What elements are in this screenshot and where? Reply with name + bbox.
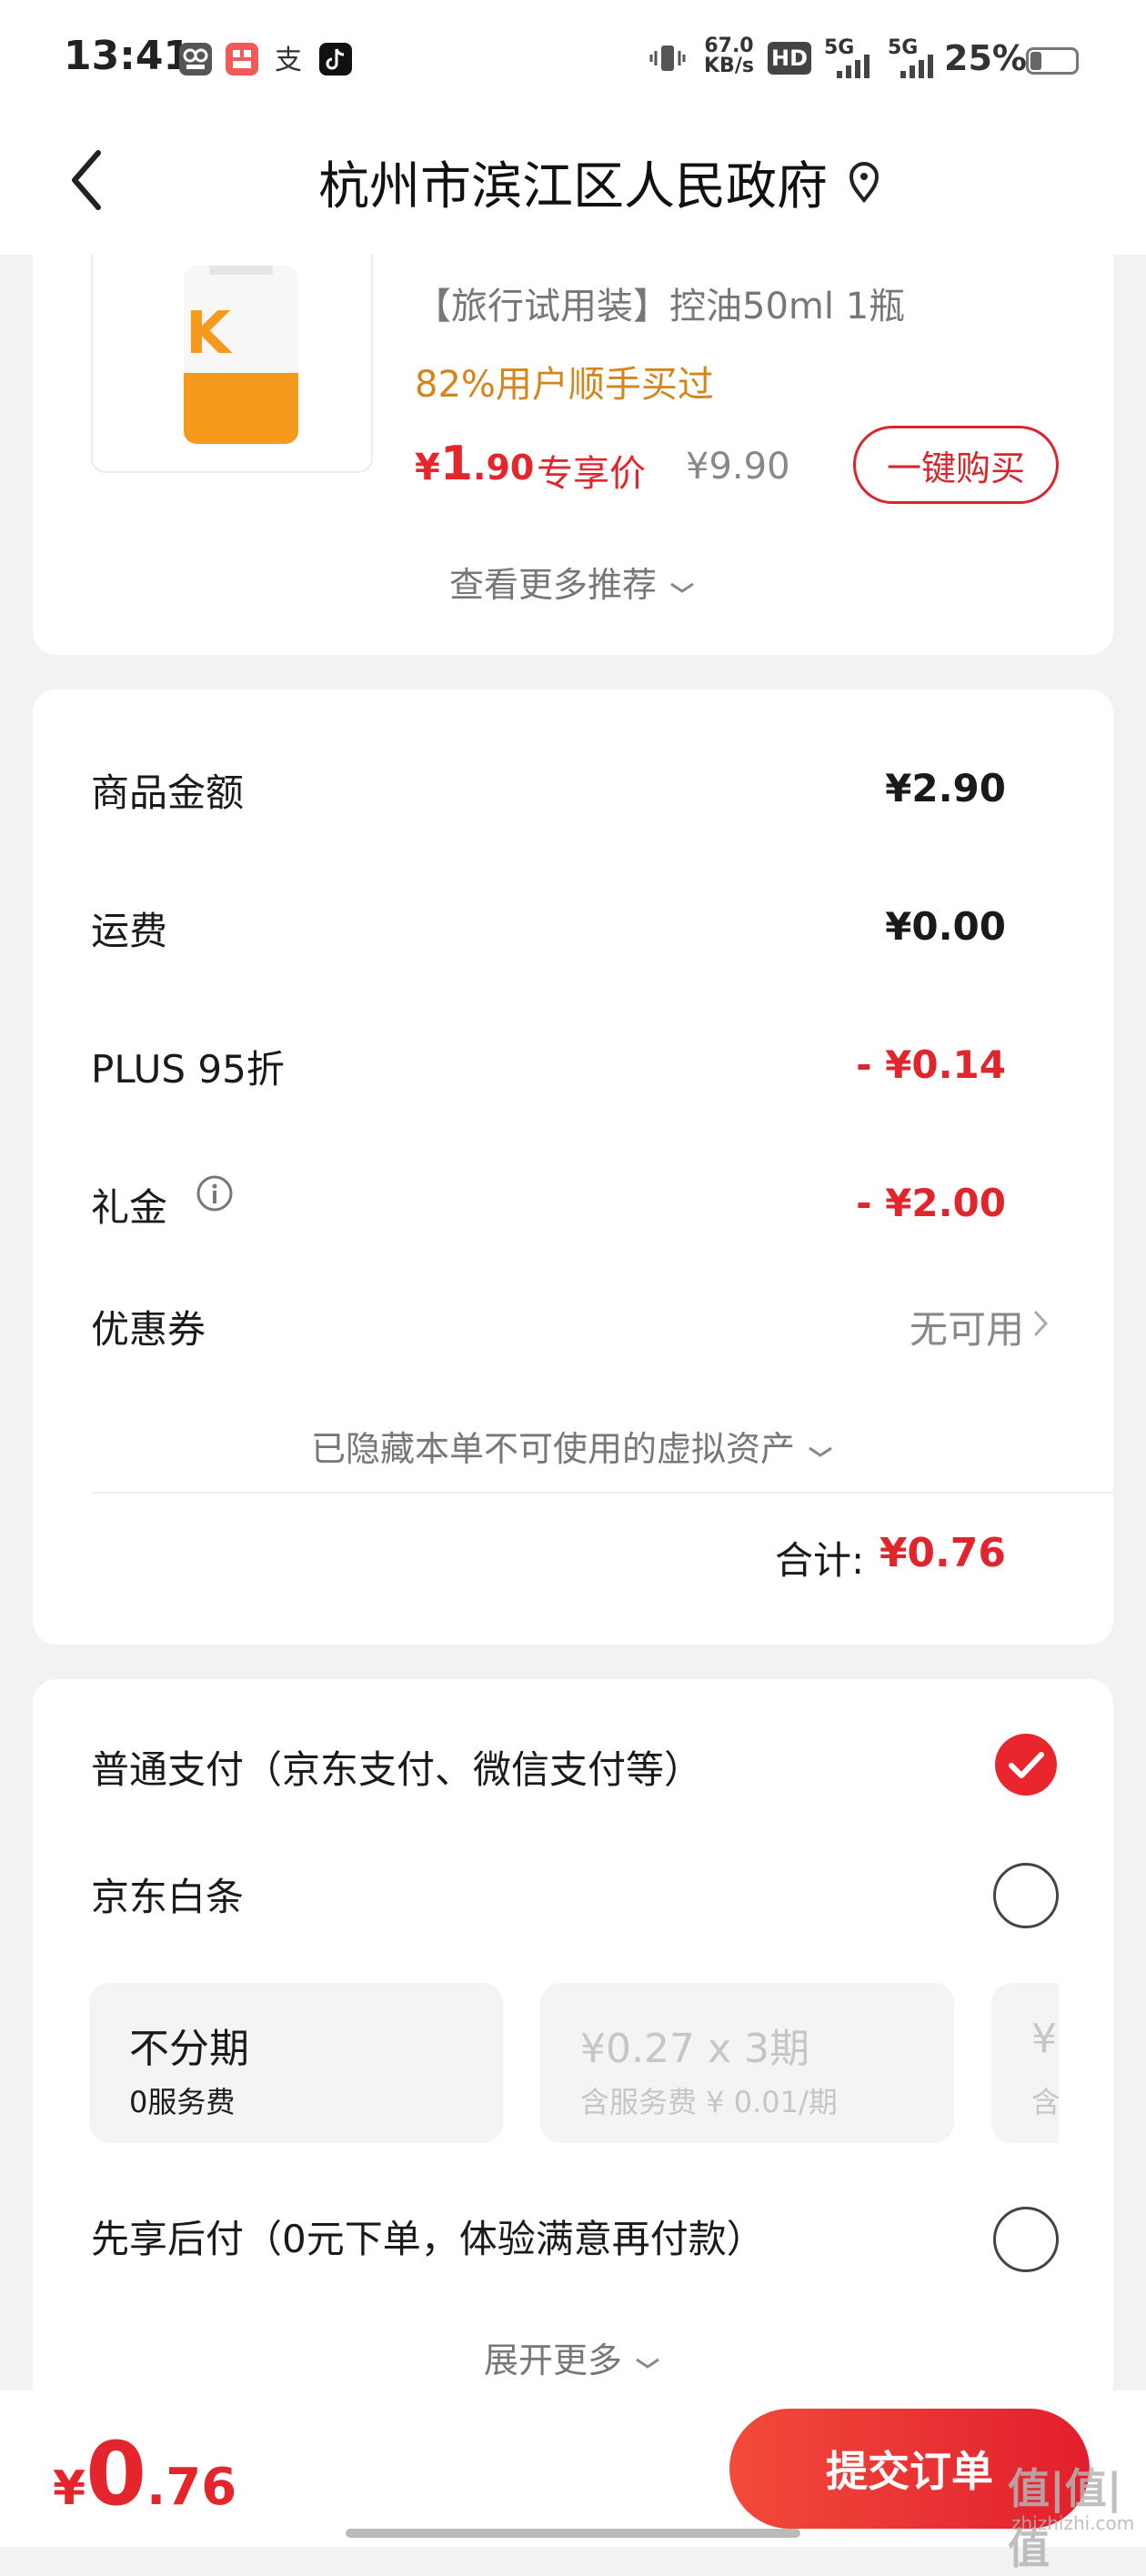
home-indicator[interactable]: [346, 2529, 800, 2538]
installment-sub: 含: [1031, 2085, 1059, 2119]
summary-label-shipping: 运费: [91, 909, 168, 953]
coupon-value[interactable]: 无可用: [910, 1299, 1024, 1354]
original-price: ¥9.90: [686, 446, 790, 488]
watermark-url: zhizhizhi.com: [1011, 2512, 1135, 2534]
summary-label-plus: PLUS 95折: [91, 1047, 285, 1092]
installment-tile-partial[interactable]: ¥ 含: [991, 1983, 1059, 2143]
installment-sub: 含服务费 ¥ 0.01/期: [580, 2085, 838, 2119]
battery-icon: [1026, 47, 1079, 75]
exclusive-price: ¥1.90: [415, 437, 534, 491]
one-click-buy-button[interactable]: 一键购买: [853, 426, 1059, 504]
hidden-assets-link[interactable]: 已隐藏本单不可使用的虚拟资产: [0, 1421, 1146, 1471]
chevron-right-icon[interactable]: [1031, 1308, 1050, 1339]
summary-label-goods: 商品金额: [91, 770, 245, 815]
divider: [91, 1492, 1113, 1494]
chat-app-icon: [226, 43, 258, 75]
pouch-brand: KONO: [187, 371, 220, 384]
page-title[interactable]: 杭州市滨江区人民政府: [0, 146, 1146, 219]
buy-rate-text: 82%用户顺手买过: [415, 364, 714, 406]
hd-badge: HD: [768, 42, 811, 75]
tiktok-icon: [319, 43, 352, 75]
bottom-yen: ¥: [53, 2461, 86, 2516]
pay-later-radio[interactable]: [993, 2207, 1059, 2272]
hidden-assets-label: 已隐藏本单不可使用的虚拟资产: [310, 1429, 795, 1469]
summary-value-shipping: ¥0.00: [885, 904, 1006, 949]
expand-more-link[interactable]: 展开更多: [0, 2332, 1146, 2382]
summary-value-goods: ¥2.90: [885, 766, 1006, 810]
baitiao-option[interactable]: 京东白条: [91, 1867, 244, 1922]
installment-title: ¥: [1031, 2016, 1057, 2062]
gallery-app-icon: [179, 43, 212, 75]
price-dec: .90: [473, 448, 535, 488]
net-speed-unit: KB/s: [704, 55, 754, 77]
total-value: ¥0.76: [879, 1530, 1006, 1576]
checkmark-selected-icon[interactable]: [993, 1732, 1059, 1797]
summary-label-gift: 礼金: [91, 1185, 168, 1230]
summary-value-plus: - ¥0.14: [856, 1042, 1006, 1087]
more-recommend-label: 查看更多推荐: [448, 565, 657, 605]
signal-icon: [900, 55, 933, 78]
chevron-down-icon: [809, 1446, 832, 1457]
coupon-label[interactable]: 优惠券: [91, 1299, 206, 1354]
signal-icon: [837, 55, 870, 78]
installment-tile-3[interactable]: ¥0.27 x 3期 含服务费 ¥ 0.01/期: [540, 1983, 954, 2143]
installment-tile-none[interactable]: 不分期 0服务费: [89, 1983, 503, 2143]
product-name[interactable]: 【旅行试用装】控油50ml 1瓶: [415, 277, 905, 329]
net-speed-value: 67.0: [704, 35, 754, 57]
more-recommend-link[interactable]: 查看更多推荐: [0, 557, 1146, 607]
svg-text:支: 支: [275, 45, 302, 76]
price-yen: ¥: [415, 447, 440, 488]
normal-pay-option[interactable]: 普通支付（京东支付、微信支付等）: [91, 1739, 702, 1795]
bottom-total-int: 0: [85, 2423, 146, 2525]
price-int: 1: [439, 437, 474, 491]
bottom-total-dec: .76: [146, 2458, 237, 2517]
installment-title: 不分期: [129, 2026, 249, 2072]
expand-more-label: 展开更多: [483, 2340, 622, 2380]
chevron-down-icon: [636, 2358, 659, 2369]
summary-value-gift: - ¥2.00: [856, 1181, 1006, 1225]
status-time: 13:41: [64, 33, 192, 79]
vibrate-icon: [649, 45, 686, 71]
bottom-total: ¥0.76: [53, 2423, 236, 2525]
installment-title: ¥0.27 x 3期: [580, 2026, 809, 2072]
baitiao-radio[interactable]: [993, 1863, 1059, 1928]
pay-later-option[interactable]: 先享后付（0元下单，体验满意再付款）: [91, 2209, 765, 2264]
alipay-icon: 支: [275, 45, 302, 76]
pouch-letter: K: [186, 300, 231, 367]
battery-percent: 25%: [944, 38, 1027, 78]
installment-sub: 0服务费: [129, 2085, 236, 2119]
chevron-down-icon: [670, 582, 694, 593]
info-icon[interactable]: [195, 1173, 235, 1213]
location-pin-icon[interactable]: [846, 160, 882, 206]
exclusive-label: 专享价: [537, 453, 646, 495]
price-summary-card: [33, 689, 1113, 1645]
total-label: 合计:: [775, 1538, 865, 1583]
